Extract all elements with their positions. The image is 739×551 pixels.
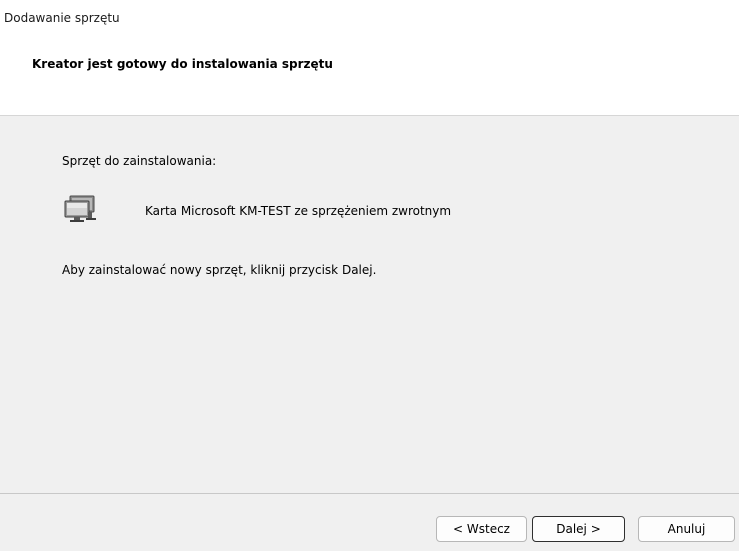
instruction-text: Aby zainstalować nowy sprzęt, kliknij pr…	[62, 263, 377, 277]
wizard-header-title: Kreator jest gotowy do instalowania sprz…	[32, 57, 333, 71]
add-hardware-wizard-window: Dodawanie sprzętu Kreator jest gotowy do…	[0, 0, 739, 551]
title-bar[interactable]: Dodawanie sprzętu	[0, 0, 739, 40]
cancel-button[interactable]: Anuluj	[638, 516, 735, 542]
wizard-content: Sprzęt do zainstalowania: Karta Microsof…	[0, 116, 739, 493]
wizard-header: Kreator jest gotowy do instalowania sprz…	[0, 40, 739, 116]
hardware-to-install-label: Sprzęt do zainstalowania:	[62, 154, 217, 168]
back-button[interactable]: < Wstecz	[436, 516, 527, 542]
button-area-divider	[0, 493, 739, 494]
window-title: Dodawanie sprzętu	[4, 11, 120, 25]
device-name: Karta Microsoft KM-TEST ze sprzężeniem z…	[145, 204, 452, 218]
next-button[interactable]: Dalej >	[532, 516, 625, 542]
network-adapter-icon	[64, 194, 98, 224]
